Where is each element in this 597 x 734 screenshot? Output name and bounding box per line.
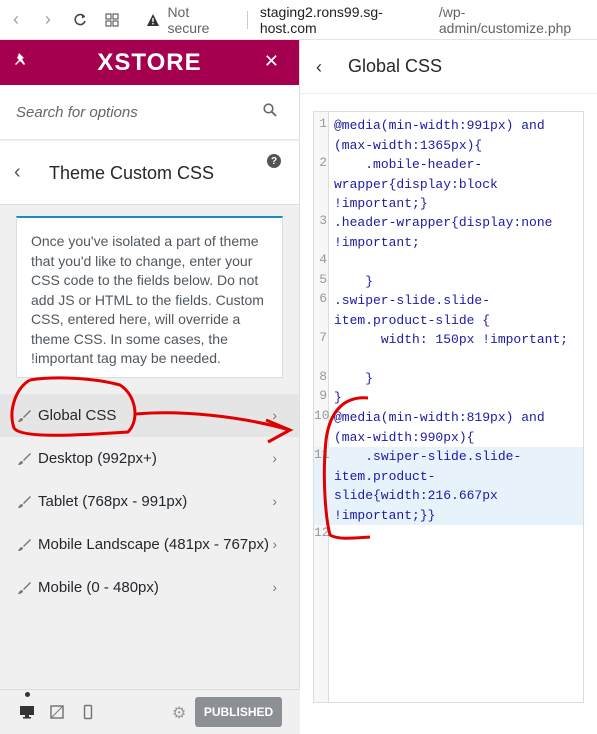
- tab-grid-icon[interactable]: [96, 0, 128, 40]
- menu-item-label: Global CSS: [38, 407, 117, 424]
- menu-item-label: Mobile Landscape (481px - 767px): [38, 536, 269, 553]
- code-text: }: [334, 371, 374, 386]
- menu-item-mobile[interactable]: Mobile (0 - 480px) ›: [0, 566, 299, 609]
- line-number: 7: [319, 330, 327, 345]
- line-number: 8: [319, 369, 327, 384]
- chevron-right-icon: ›: [272, 493, 277, 509]
- section-description: Once you've isolated a part of theme tha…: [16, 216, 283, 378]
- tablet-preview-icon[interactable]: [49, 704, 65, 720]
- back-chevron-icon[interactable]: ‹: [14, 161, 21, 184]
- forward-arrow-icon[interactable]: ›: [32, 0, 64, 40]
- chevron-right-icon: ›: [272, 450, 277, 466]
- brush-icon: [17, 538, 31, 552]
- line-number: 10: [314, 408, 330, 423]
- not-secure-label: Not secure: [167, 3, 210, 36]
- line-number: 4: [319, 252, 327, 267]
- brush-icon: [17, 581, 31, 595]
- line-number: 1: [319, 116, 327, 131]
- code-text: .mobile-header-wrapper{display:block !im…: [334, 157, 506, 211]
- menu-item-label: Desktop (992px+): [38, 450, 157, 467]
- close-icon[interactable]: ✕: [264, 51, 279, 72]
- customizer-sidebar: XSTORE ✕ ‹ Theme Custom CSS ? Once you'v…: [0, 40, 300, 734]
- back-arrow-icon[interactable]: ‹: [0, 0, 32, 40]
- line-number: 2: [319, 155, 327, 170]
- menu-item-mobile-landscape[interactable]: Mobile Landscape (481px - 767px) ›: [0, 523, 299, 566]
- line-number: 12: [314, 525, 330, 540]
- editor-title: Global CSS: [348, 56, 443, 76]
- customizer-footer: ⚙ PUBLISHED: [0, 689, 300, 734]
- code-text: width: 150px !important;: [334, 332, 569, 347]
- search-bar: [0, 85, 299, 140]
- gear-icon[interactable]: ⚙: [172, 703, 186, 723]
- reload-icon[interactable]: [64, 0, 96, 40]
- code-text: .swiper-slide.slide-item.product-slide{w…: [334, 449, 522, 523]
- brush-icon: [17, 452, 31, 466]
- brush-icon: [17, 409, 31, 423]
- chevron-right-icon: ›: [272, 536, 277, 552]
- url-path: /wp-admin/customize.php: [438, 3, 572, 36]
- mobile-preview-icon[interactable]: [80, 704, 96, 720]
- chevron-right-icon: ›: [272, 579, 277, 595]
- url-host: staging2.rons99.sg-host.com: [259, 3, 383, 36]
- css-editor-panel: ‹ Global CSS 1 @media(min-width:991px) a…: [300, 40, 597, 734]
- published-button[interactable]: PUBLISHED: [195, 697, 282, 727]
- desktop-preview-icon[interactable]: [19, 704, 35, 720]
- code-text: }: [334, 390, 342, 405]
- line-number: 11: [314, 447, 330, 462]
- code-text: .swiper-slide.slide-item.product-slide {: [334, 293, 491, 328]
- menu-item-tablet[interactable]: Tablet (768px - 991px) ›: [0, 480, 299, 523]
- line-number: 3: [319, 213, 327, 228]
- browser-toolbar: ‹ › Not secure staging2.rons99.sg-host.c…: [0, 0, 597, 40]
- warning-icon: [146, 12, 162, 28]
- line-number: 5: [319, 272, 327, 287]
- url-divider: [246, 10, 248, 29]
- menu-item-desktop[interactable]: Desktop (992px+) ›: [0, 437, 299, 480]
- code-editor[interactable]: 1 @media(min-width:991px) and (max-width…: [313, 111, 584, 703]
- code-text: @media(min-width:991px) and (max-width:1…: [334, 118, 553, 153]
- code-text: @media(min-width:819px) and (max-width:9…: [334, 410, 553, 445]
- chevron-right-icon: ›: [272, 407, 277, 423]
- line-number: 6: [319, 291, 327, 306]
- search-input[interactable]: [16, 103, 246, 121]
- brand-header: XSTORE ✕: [0, 40, 299, 85]
- menu-item-label: Tablet (768px - 991px): [38, 493, 188, 510]
- brand-logo: XSTORE: [97, 48, 202, 76]
- menu-item-label: Mobile (0 - 480px): [38, 579, 159, 596]
- active-device-indicator: [25, 692, 30, 697]
- pin-icon[interactable]: [14, 52, 28, 71]
- line-number: 9: [319, 388, 327, 403]
- editor-header: ‹ Global CSS: [300, 40, 597, 94]
- address-bar[interactable]: Not secure staging2.rons99.sg-host.com/w…: [146, 4, 597, 36]
- code-text: .header-wrapper{display:none !important;: [334, 215, 561, 250]
- code-text: }: [334, 274, 374, 289]
- search-icon[interactable]: [263, 103, 277, 122]
- brush-icon: [17, 495, 31, 509]
- back-chevron-icon[interactable]: ‹: [316, 57, 322, 78]
- section-title: Theme Custom CSS: [49, 163, 215, 183]
- code-line-active: 11 .swiper-slide.slide-item.product-slid…: [314, 447, 583, 525]
- line-number-gutter: [314, 112, 329, 702]
- menu-item-global-css[interactable]: Global CSS ›: [0, 394, 299, 437]
- help-icon[interactable]: ?: [267, 154, 281, 168]
- section-header: ‹ Theme Custom CSS ?: [0, 141, 299, 205]
- css-section-menu: Global CSS › Desktop (992px+) › Tablet (…: [0, 394, 299, 609]
